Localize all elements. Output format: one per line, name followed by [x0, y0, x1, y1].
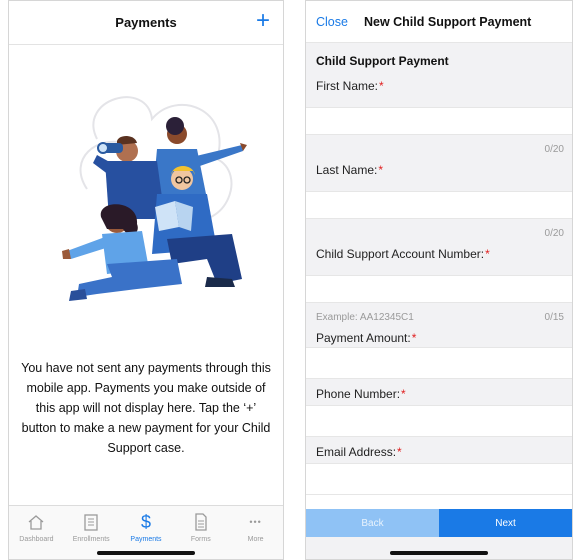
- account-number-meta: Example: AA12345C1 0/15: [306, 303, 572, 331]
- page-title: Payments: [115, 15, 177, 30]
- ellipsis-icon: •••: [249, 517, 262, 527]
- payments-header: Payments +: [9, 1, 283, 45]
- tab-label: More: [247, 536, 264, 543]
- people-illustration: [62, 96, 247, 301]
- tab-dashboard[interactable]: Dashboard: [9, 506, 64, 559]
- label-text: Last Name:: [316, 163, 378, 177]
- payment-form: Child Support Payment First Name: * 0/20 …: [306, 43, 572, 495]
- account-number-input[interactable]: [306, 275, 572, 303]
- next-button[interactable]: Next: [439, 509, 572, 537]
- character-counter: 0/20: [544, 227, 564, 239]
- section-title: Child Support Payment: [316, 54, 449, 68]
- first-name-meta: 0/20: [306, 135, 572, 163]
- label-text: Payment Amount:: [316, 331, 411, 345]
- label-text: Phone Number:: [316, 387, 401, 401]
- required-mark: *: [411, 331, 417, 345]
- last-name-input[interactable]: [306, 191, 572, 219]
- required-mark: *: [379, 79, 384, 93]
- account-number-placeholder: Example: AA12345C1: [316, 311, 414, 323]
- home-indicator: [390, 551, 488, 555]
- clipboard-icon: [80, 512, 102, 532]
- label-text: Email Address:: [316, 445, 397, 459]
- form-navigation: Back Next: [306, 509, 572, 537]
- email-address-input[interactable]: [306, 463, 572, 495]
- close-button[interactable]: Close: [316, 15, 348, 29]
- new-payment-header: Close New Child Support Payment: [306, 1, 572, 43]
- document-icon: [190, 512, 212, 532]
- tab-label: Dashboard: [19, 536, 54, 543]
- tab-label: Forms: [190, 536, 211, 543]
- character-counter: 0/20: [544, 143, 564, 155]
- bottom-safe-area: [306, 537, 572, 559]
- add-payment-button[interactable]: +: [251, 9, 275, 34]
- label-text: Child Support Account Number:: [316, 247, 485, 261]
- tab-label: Enrollments: [72, 536, 110, 543]
- new-payment-screen: Close New Child Support Payment Child Su…: [305, 0, 573, 560]
- character-counter: 0/15: [544, 311, 564, 323]
- dollar-icon: $: [140, 511, 151, 532]
- tab-label: Payments: [130, 536, 162, 543]
- last-name-label: Last Name: *: [306, 163, 572, 191]
- home-indicator: [97, 551, 195, 555]
- first-name-input[interactable]: [306, 107, 572, 135]
- empty-state-message: You have not sent any payments through t…: [21, 361, 271, 455]
- last-name-meta: 0/20: [306, 219, 572, 247]
- required-mark: *: [485, 247, 490, 261]
- required-mark: *: [401, 387, 406, 401]
- tab-more[interactable]: ••• More: [228, 506, 283, 559]
- back-button[interactable]: Back: [306, 509, 439, 537]
- payment-amount-input[interactable]: [306, 347, 572, 379]
- home-icon: [25, 512, 47, 532]
- phone-number-input[interactable]: [306, 405, 572, 437]
- payment-amount-label: Payment Amount: *: [306, 331, 572, 347]
- page-title: New Child Support Payment: [363, 14, 532, 29]
- payments-screen: Payments + You have not sent any payment…: [8, 0, 284, 560]
- label-text: First Name:: [316, 79, 379, 93]
- email-address-label: Email Address: *: [306, 437, 572, 463]
- first-name-label: First Name: *: [306, 79, 572, 107]
- account-number-label: Child Support Account Number: *: [306, 247, 572, 275]
- required-mark: *: [397, 445, 402, 459]
- required-mark: *: [378, 163, 384, 177]
- phone-number-label: Phone Number: *: [306, 379, 572, 405]
